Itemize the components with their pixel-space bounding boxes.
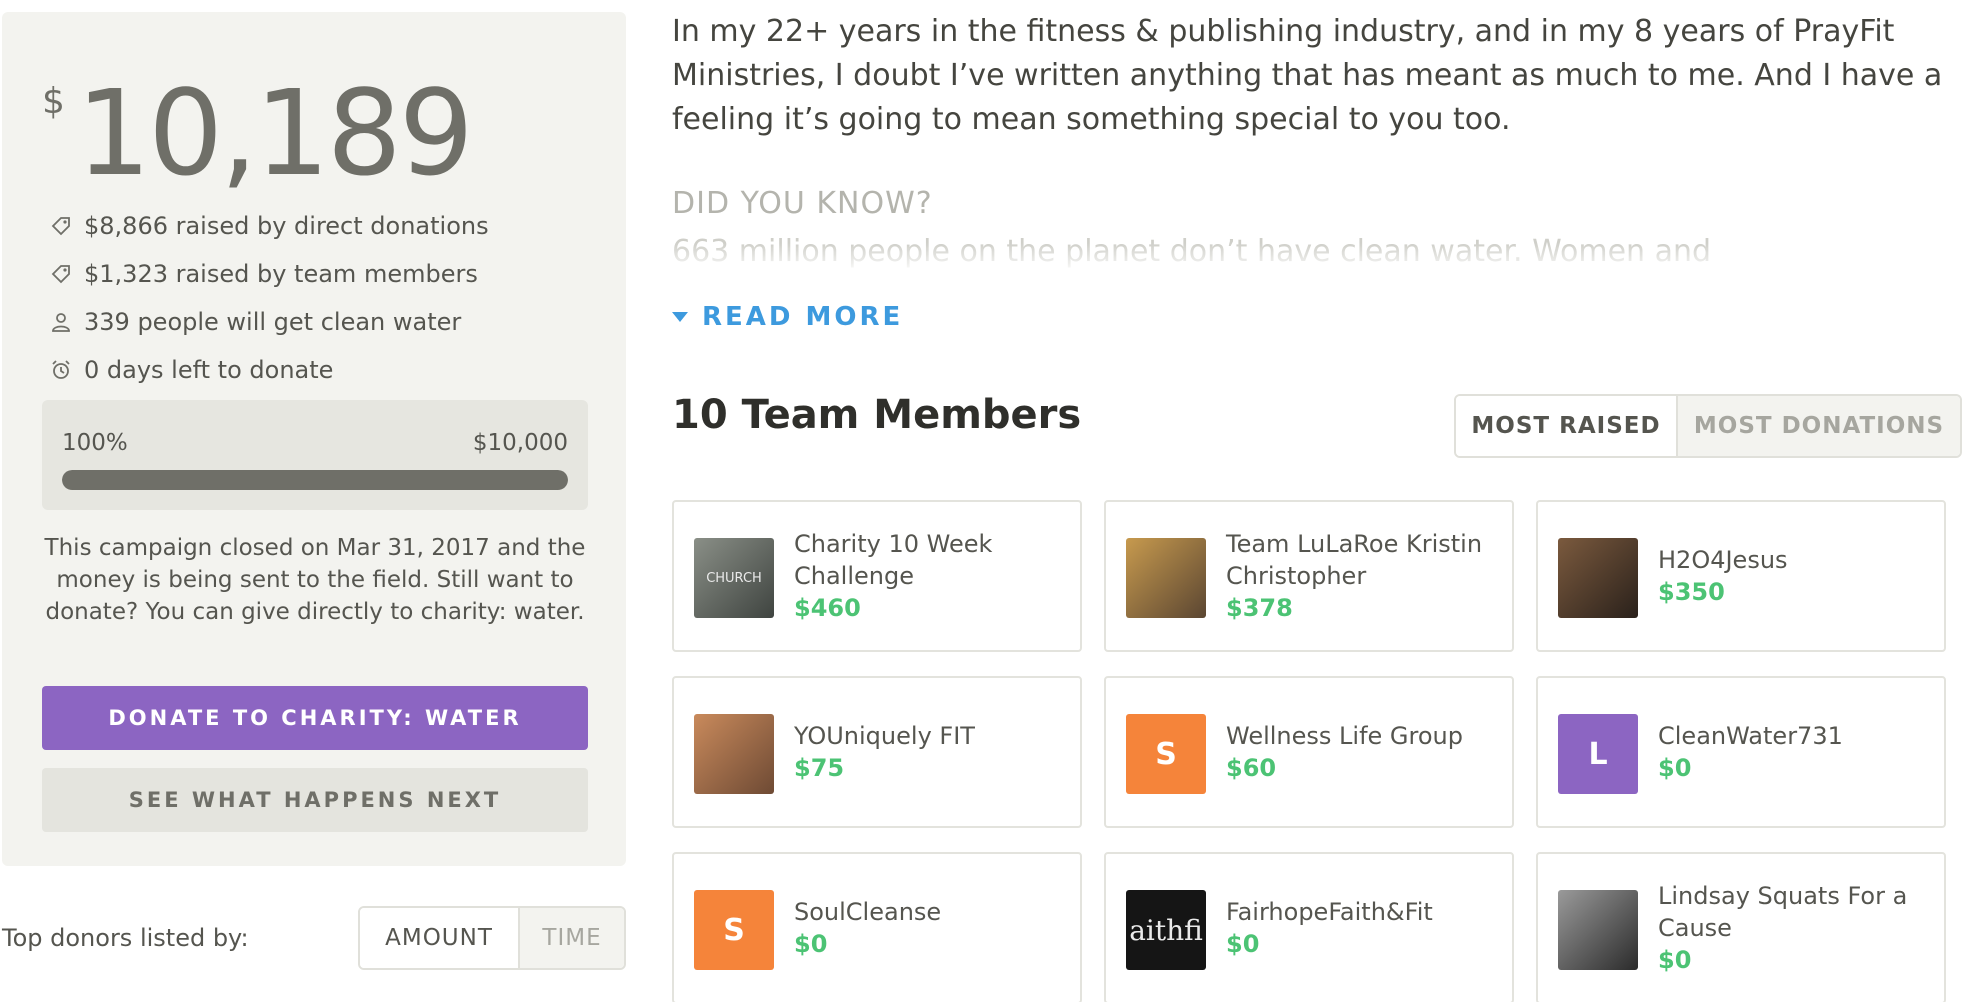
team-member-card[interactable]: L CleanWater731 $0 [1536,676,1946,828]
team-member-card[interactable]: S SoulCleanse $0 [672,852,1082,1002]
member-name[interactable]: Lindsay Squats For a Cause [1658,880,1934,944]
avatar: S [1126,714,1206,794]
team-member-card[interactable]: aithfi FairhopeFaith&Fit $0 [1104,852,1514,1002]
tag-icon [50,215,72,237]
member-info: FairhopeFaith&Fit $0 [1226,854,1502,1002]
team-members-heading: 10 Team Members [672,392,1082,438]
team-member-card[interactable]: H2O4Jesus $350 [1536,500,1946,652]
donor-sort-toggle: AMOUNT TIME [358,906,626,970]
team-member-card[interactable]: CHURCH Charity 10 Week Challenge $460 [672,500,1082,652]
campaign-panel: $ 10,189 $8,866 raised by direct donatio… [2,12,626,866]
campaign-story: In my 22+ years in the fitness & publish… [672,14,1943,137]
tag-icon [50,263,72,285]
avatar: aithfi [1126,890,1206,970]
member-name[interactable]: YOUniquely FIT [794,720,1070,752]
member-name[interactable]: CleanWater731 [1658,720,1934,752]
avatar: L [1558,714,1638,794]
member-name[interactable]: Wellness Life Group [1226,720,1502,752]
avatar-image-text: aithfi [1129,913,1203,947]
member-info: SoulCleanse $0 [794,854,1070,1002]
member-amount: $0 [794,930,828,958]
member-amount: $60 [1226,754,1277,782]
stat-direct-donations: $8,866 raised by direct donations [50,202,610,250]
member-name[interactable]: Charity 10 Week Challenge [794,528,1070,592]
stat-people-served: 339 people will get clean water [50,298,610,346]
progress-bar-fill [62,470,568,490]
member-info: Team LuLaRoe Kristin Christopher $378 [1226,502,1502,650]
member-amount: $0 [1226,930,1260,958]
team-member-card[interactable]: Team LuLaRoe Kristin Christopher $378 [1104,500,1514,652]
read-more-label: READ MORE [702,302,904,332]
stat-team-members: $1,323 raised by team members [50,250,610,298]
person-icon [50,311,72,333]
member-name[interactable]: SoulCleanse [794,896,1070,928]
avatar-initial: L [1588,736,1608,772]
avatar-initial: S [1155,736,1177,772]
currency-symbol: $ [42,81,65,122]
see-what-happens-next-button[interactable]: SEE WHAT HAPPENS NEXT [42,768,588,832]
sort-most-raised-button[interactable]: MOST RAISED [1456,396,1678,456]
avatar: CHURCH [694,538,774,618]
sort-most-donations-button[interactable]: MOST DONATIONS [1678,396,1960,456]
member-name[interactable]: Team LuLaRoe Kristin Christopher [1226,528,1502,592]
member-info: YOUniquely FIT $75 [794,678,1070,826]
member-info: Wellness Life Group $60 [1226,678,1502,826]
member-amount: $378 [1226,594,1293,622]
member-info: H2O4Jesus $350 [1658,502,1934,650]
avatar [1558,538,1638,618]
team-member-card[interactable]: Lindsay Squats For a Cause $0 [1536,852,1946,1002]
member-name[interactable]: H2O4Jesus [1658,544,1934,576]
team-member-card[interactable]: YOUniquely FIT $75 [672,676,1082,828]
sort-by-time-button[interactable]: TIME [520,908,624,968]
member-name[interactable]: FairhopeFaith&Fit [1226,896,1502,928]
read-more-link[interactable]: READ MORE [672,302,903,332]
member-amount: $0 [1658,946,1692,974]
story-faded-excerpt: 663 million people on the planet don’t h… [672,234,1712,269]
progress-percent: 100% [62,430,128,456]
avatar [1558,890,1638,970]
stat-days-left: 0 days left to donate [50,346,610,394]
caret-down-icon [672,312,688,322]
avatar [1126,538,1206,618]
progress-bar [62,470,568,490]
alarm-clock-icon [50,359,72,381]
stat-text: 0 days left to donate [84,356,334,384]
member-amount: $0 [1658,754,1692,782]
team-member-card[interactable]: S Wellness Life Group $60 [1104,676,1514,828]
progress-goal: $10,000 [472,430,568,456]
campaign-closed-message: This campaign closed on Mar 31, 2017 and… [44,535,586,625]
member-amount: $460 [794,594,861,622]
sort-by-amount-button[interactable]: AMOUNT [360,908,520,968]
avatar-initial: S [723,912,745,948]
member-info: Charity 10 Week Challenge $460 [794,502,1070,650]
total-raised-amount: 10,189 [76,64,474,202]
stat-text: 339 people will get clean water [84,308,462,336]
member-amount: $75 [794,754,845,782]
stat-text: $1,323 raised by team members [84,260,478,288]
member-info: CleanWater731 $0 [1658,678,1934,826]
campaign-stats: $8,866 raised by direct donations $1,323… [50,202,610,394]
team-sort-toggle: MOST RAISED MOST DONATIONS [1454,394,1962,458]
did-you-know-heading: DID YOU KNOW? [672,186,933,221]
stat-text: $8,866 raised by direct donations [84,212,489,240]
avatar: S [694,890,774,970]
top-donors-label: Top donors listed by: [2,924,249,952]
avatar [694,714,774,794]
member-info: Lindsay Squats For a Cause $0 [1658,854,1934,1002]
avatar-image-text: CHURCH [706,570,762,586]
member-amount: $350 [1658,578,1725,606]
donate-button[interactable]: DONATE TO CHARITY: WATER [42,686,588,750]
progress-box: 100% $10,000 [42,400,588,510]
